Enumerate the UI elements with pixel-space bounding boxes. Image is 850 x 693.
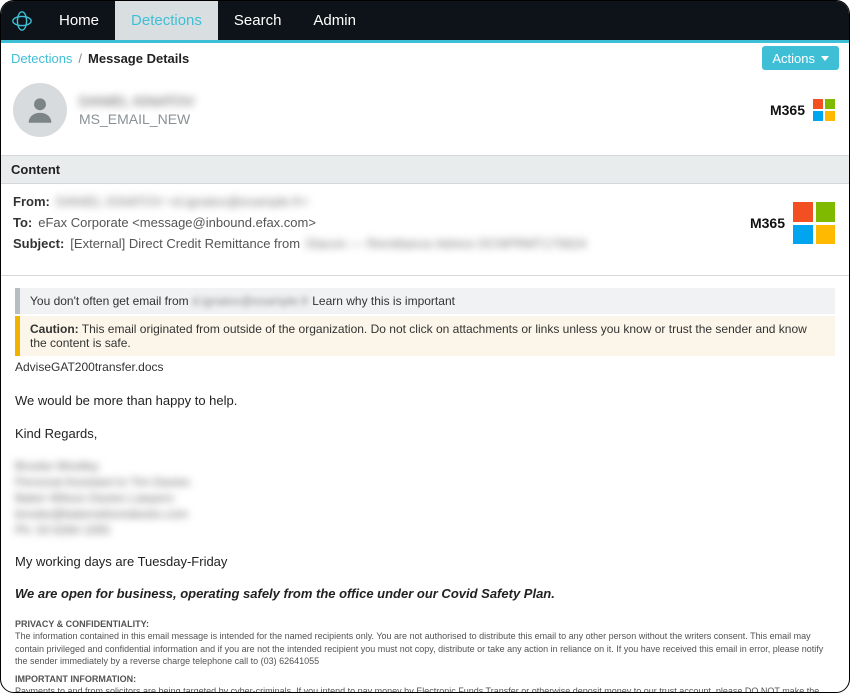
body-p3: My working days are Tuesday-Friday <box>15 553 835 572</box>
microsoft-logo-icon <box>813 99 835 121</box>
fineprint: PRIVACY & CONFIDENTIALITY: The informati… <box>15 618 835 693</box>
fine-h1: PRIVACY & CONFIDENTIALITY: <box>15 618 835 630</box>
first-contact-banner: You don't often get email from d.ignatov… <box>15 288 835 314</box>
fine-t2: Payments to and from solicitors are bein… <box>15 686 819 693</box>
meta-service-label: M365 <box>750 215 785 231</box>
signature-block: Brooke WoolleyPersonal Assistant to Tim … <box>15 458 835 539</box>
to-value: eFax Corporate <message@inbound.efax.com… <box>38 215 316 230</box>
brand-logo[interactable] <box>1 1 43 40</box>
banner1-prefix: You don't often get email from <box>30 294 189 308</box>
caution-label: Caution: <box>30 322 79 336</box>
identity-subtitle: MS_EMAIL_NEW <box>79 111 195 127</box>
nav-home[interactable]: Home <box>43 1 115 40</box>
identity-row: DANIEL IGNATOV MS_EMAIL_NEW M365 <box>1 73 849 155</box>
to-label: To: <box>13 215 32 230</box>
subject-rest: Diacon — Remittance Advice DCNPRMT170624 <box>306 236 586 251</box>
nav-detections[interactable]: Detections <box>115 1 218 40</box>
actions-button[interactable]: Actions <box>762 46 839 70</box>
subject-prefix: [External] Direct Credit Remittance from <box>70 236 300 251</box>
caution-banner: Caution: This email originated from outs… <box>15 316 835 356</box>
subject-label: Subject: <box>13 236 64 251</box>
breadcrumb-sep: / <box>78 51 82 66</box>
breadcrumb-current: Message Details <box>88 51 189 66</box>
breadcrumb-root[interactable]: Detections <box>11 51 72 66</box>
identity-text: DANIEL IGNATOV MS_EMAIL_NEW <box>79 93 195 127</box>
service-label: M365 <box>770 102 805 118</box>
topbar: Home Detections Search Admin <box>1 1 849 43</box>
subheader: Detections / Message Details Actions <box>1 43 849 73</box>
avatar <box>13 83 67 137</box>
content-section-header: Content <box>1 155 849 184</box>
from-label: From: <box>13 194 50 209</box>
banner1-email: d.ignatov@example.fr <box>192 294 309 308</box>
nav-admin[interactable]: Admin <box>297 1 372 40</box>
brand-icon <box>11 10 33 32</box>
actions-label: Actions <box>772 51 815 66</box>
meta-service-badge: M365 <box>750 202 835 244</box>
banner1-suffix[interactable]: Learn why this is important <box>312 294 455 308</box>
chevron-down-icon <box>821 56 829 61</box>
message-meta: From: DANIEL IGNATOV <d.ignatov@example.… <box>1 184 849 276</box>
caution-text: This email originated from outside of th… <box>30 322 807 350</box>
body-p2: Kind Regards, <box>15 425 835 444</box>
meta-to-row: To: eFax Corporate <message@inbound.efax… <box>13 215 837 230</box>
meta-from-row: From: DANIEL IGNATOV <d.ignatov@example.… <box>13 194 837 209</box>
meta-subject-row: Subject: [External] Direct Credit Remitt… <box>13 236 837 251</box>
safety-banners: You don't often get email from d.ignatov… <box>1 276 849 378</box>
identity-name: DANIEL IGNATOV <box>79 93 195 109</box>
body-p4: We are open for business, operating safe… <box>15 585 835 604</box>
attachment-name[interactable]: AdviseGAT200transfer.docs <box>15 360 835 374</box>
from-value: DANIEL IGNATOV <d.ignatov@example.fr> <box>56 194 309 209</box>
fine-h2: IMPORTANT INFORMATION: <box>15 673 835 685</box>
message-body: We would be more than happy to help. Kin… <box>1 378 849 693</box>
nav-search[interactable]: Search <box>218 1 298 40</box>
app-frame: Home Detections Search Admin Detections … <box>0 0 850 693</box>
person-icon <box>23 93 57 127</box>
microsoft-logo-icon <box>793 202 835 244</box>
service-badge: M365 <box>770 99 835 121</box>
body-p1: We would be more than happy to help. <box>15 392 835 411</box>
fine-t1: The information contained in this email … <box>15 631 823 665</box>
